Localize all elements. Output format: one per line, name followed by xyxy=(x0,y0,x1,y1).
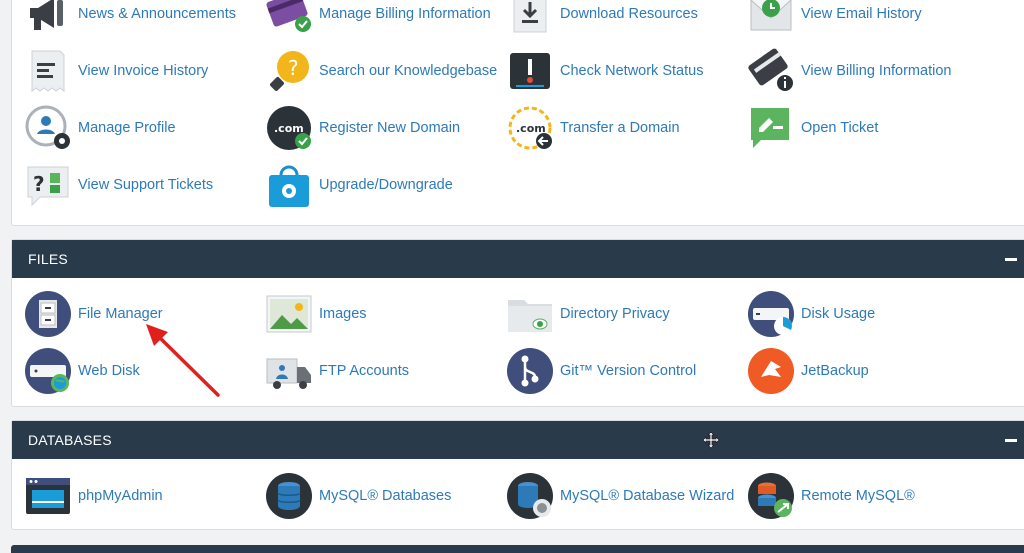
ftp-accounts-link[interactable]: FTP Accounts xyxy=(265,347,409,395)
file-cabinet-icon xyxy=(24,290,72,338)
disk-usage-link[interactable]: Disk Usage xyxy=(747,290,875,338)
collapse-icon[interactable] xyxy=(1005,251,1018,267)
register-new-domain-link[interactable]: .com Register New Domain xyxy=(265,104,460,152)
databases-panel: DATABASES phpMyAdmin MySQL® Databases My… xyxy=(11,420,1024,530)
mysql-databases-link[interactable]: MySQL® Databases xyxy=(265,472,451,520)
network-status-icon xyxy=(506,47,554,95)
folder-eye-icon xyxy=(506,290,554,338)
domain-transfer-icon: .com xyxy=(506,104,554,152)
shopping-bag-gear-icon xyxy=(265,161,313,209)
manage-profile-link[interactable]: Manage Profile xyxy=(24,104,176,152)
transfer-domain-link[interactable]: .com Transfer a Domain xyxy=(506,104,680,152)
domain-register-icon: .com xyxy=(265,104,313,152)
jetbackup-link[interactable]: JetBackup xyxy=(747,347,869,395)
git-branch-icon xyxy=(506,347,554,395)
ftp-truck-icon xyxy=(265,347,313,395)
view-email-history-link[interactable]: View Email History xyxy=(747,0,922,38)
envelope-clock-icon xyxy=(747,0,795,38)
remote-mysql-link[interactable]: Remote MySQL® xyxy=(747,472,915,520)
web-disk-icon xyxy=(24,347,72,395)
invoice-icon xyxy=(24,47,72,95)
next-panel-header[interactable] xyxy=(11,545,1024,553)
phpmyadmin-link[interactable]: phpMyAdmin xyxy=(24,472,163,520)
svg-text:.com: .com xyxy=(274,122,304,135)
view-invoice-history-link[interactable]: View Invoice History xyxy=(24,47,208,95)
files-panel-title: FILES xyxy=(28,251,68,267)
search-knowledgebase-link[interactable]: ? Search our Knowledgebase xyxy=(265,47,497,95)
files-panel-header[interactable]: FILES xyxy=(12,240,1024,278)
download-resources-link[interactable]: Download Resources xyxy=(506,0,698,38)
open-ticket-link[interactable]: Open Ticket xyxy=(747,104,878,152)
database-icon xyxy=(265,472,313,520)
collapse-icon[interactable] xyxy=(1005,432,1018,448)
card-info-icon xyxy=(747,47,795,95)
disk-usage-icon xyxy=(747,290,795,338)
svg-text:?: ? xyxy=(288,56,299,80)
credit-card-check-icon xyxy=(265,0,313,38)
manage-billing-information-link[interactable]: Manage Billing Information xyxy=(265,0,491,38)
annotation-arrow-icon xyxy=(146,324,220,397)
image-icon xyxy=(265,290,313,338)
ticket-edit-icon xyxy=(747,104,795,152)
check-network-status-link[interactable]: Check Network Status xyxy=(506,47,703,95)
git-version-control-link[interactable]: Git™ Version Control xyxy=(506,347,696,395)
megaphone-icon xyxy=(24,0,72,38)
view-support-tickets-link[interactable]: ? View Support Tickets xyxy=(24,161,213,209)
databases-panel-header[interactable]: DATABASES xyxy=(12,421,1024,459)
web-disk-link[interactable]: Web Disk xyxy=(24,347,140,395)
remote-database-icon xyxy=(747,472,795,520)
database-wizard-icon xyxy=(506,472,554,520)
images-link[interactable]: Images xyxy=(265,290,367,338)
upgrade-downgrade-link[interactable]: Upgrade/Downgrade xyxy=(265,161,453,209)
news-announcements-link[interactable]: News & Announcements xyxy=(24,0,236,38)
svg-text:?: ? xyxy=(33,172,45,196)
svg-text:.com: .com xyxy=(516,122,546,135)
download-icon xyxy=(506,0,554,38)
databases-panel-title: DATABASES xyxy=(28,432,112,448)
jetbackup-icon xyxy=(747,347,795,395)
directory-privacy-link[interactable]: Directory Privacy xyxy=(506,290,670,338)
mysql-database-wizard-link[interactable]: MySQL® Database Wizard xyxy=(506,472,734,520)
profile-gear-icon xyxy=(24,104,72,152)
phpmyadmin-icon xyxy=(24,472,72,520)
move-cursor-icon xyxy=(702,431,720,449)
view-billing-information-link[interactable]: View Billing Information xyxy=(747,47,951,95)
lightbulb-question-icon: ? xyxy=(265,47,313,95)
support-tickets-icon: ? xyxy=(24,161,72,209)
general-panel: News & Announcements Manage Billing Info… xyxy=(11,0,1024,226)
